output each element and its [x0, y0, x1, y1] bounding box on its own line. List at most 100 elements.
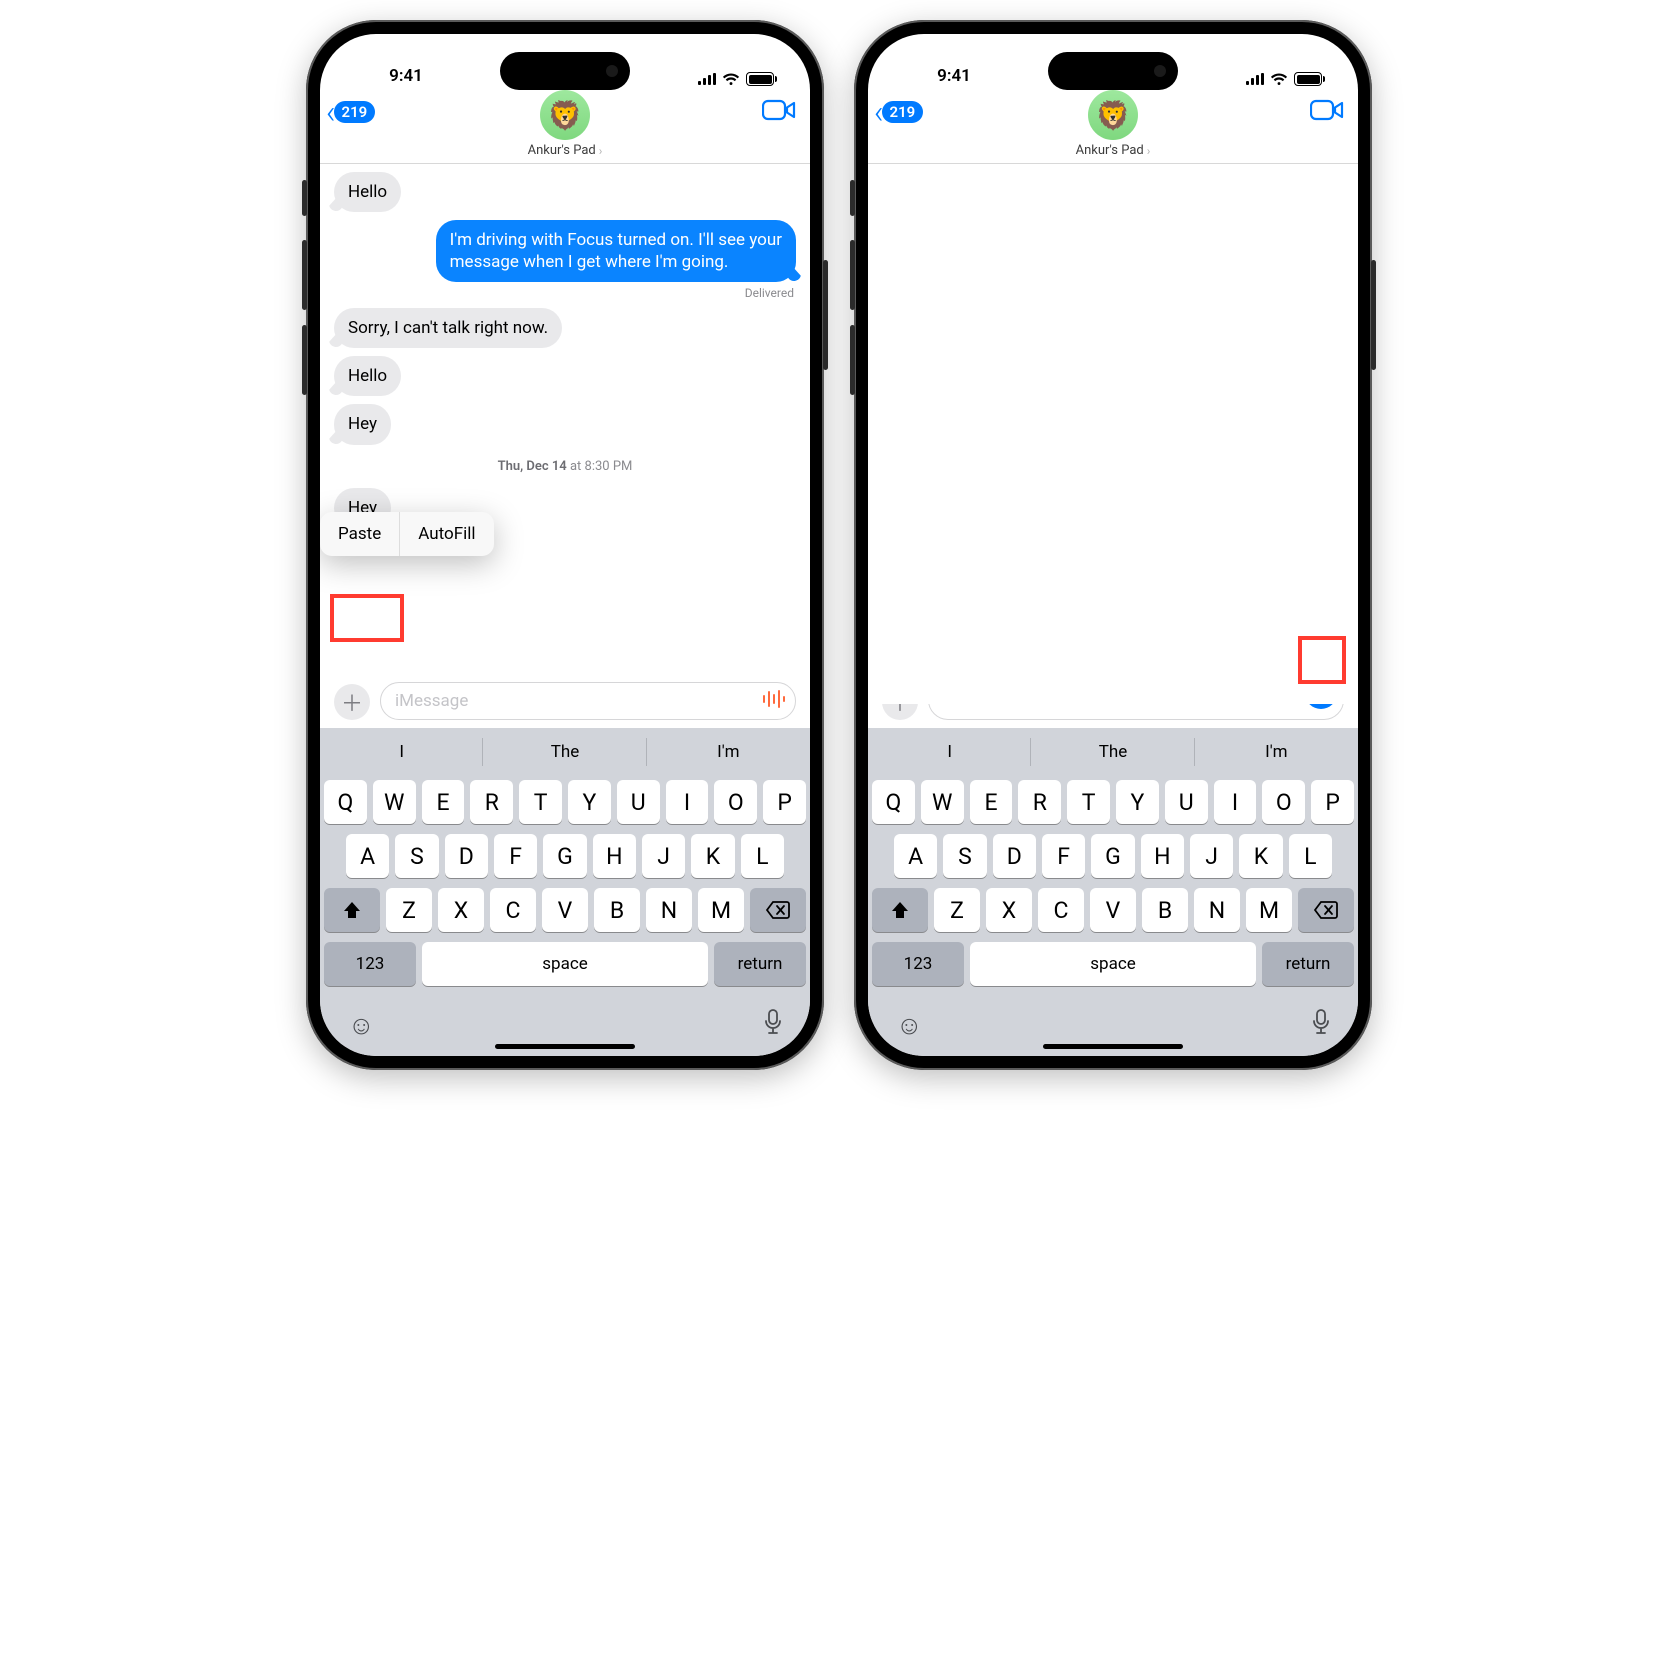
key-c[interactable]: C — [1038, 888, 1084, 932]
numbers-key[interactable]: 123 — [872, 942, 964, 986]
key-d[interactable]: D — [993, 834, 1036, 878]
suggestion[interactable]: The — [483, 728, 646, 776]
key-j[interactable]: J — [642, 834, 685, 878]
key-f[interactable]: F — [494, 834, 537, 878]
key-b[interactable]: B — [594, 888, 640, 932]
key-v[interactable]: V — [542, 888, 588, 932]
key-x[interactable]: X — [986, 888, 1032, 932]
key-t[interactable]: T — [1067, 780, 1110, 824]
home-indicator[interactable] — [495, 1044, 635, 1049]
emoji-key[interactable]: ☺ — [896, 1010, 923, 1041]
context-menu: Paste AutoFill — [320, 512, 494, 556]
key-h[interactable]: H — [593, 834, 636, 878]
keyboard: I The I'm QWERTYUIOP ASDFGHJKL ZXCVBNM — [868, 728, 1358, 1056]
key-a[interactable]: A — [894, 834, 937, 878]
nav-bar: ‹ 219 🦁 Ankur's Pad › — [320, 88, 810, 164]
key-u[interactable]: U — [617, 780, 660, 824]
key-o[interactable]: O — [714, 780, 757, 824]
emoji-key[interactable]: ☺ — [348, 1010, 375, 1041]
message-in[interactable]: Hello — [334, 356, 401, 396]
key-c[interactable]: C — [490, 888, 536, 932]
return-key[interactable]: return — [1262, 942, 1354, 986]
key-i[interactable]: I — [1214, 780, 1257, 824]
key-n[interactable]: N — [1194, 888, 1240, 932]
space-key[interactable]: space — [422, 942, 708, 986]
menu-paste[interactable]: Paste — [320, 512, 399, 556]
key-z[interactable]: Z — [934, 888, 980, 932]
key-y[interactable]: Y — [1116, 780, 1159, 824]
key-r[interactable]: R — [1018, 780, 1061, 824]
home-indicator[interactable] — [1043, 1044, 1183, 1049]
contact-avatar[interactable]: 🦁 — [1088, 90, 1138, 140]
key-a[interactable]: A — [346, 834, 389, 878]
backspace-key[interactable] — [750, 888, 806, 932]
key-j[interactable]: J — [1190, 834, 1233, 878]
key-g[interactable]: G — [1091, 834, 1134, 878]
back-button[interactable]: ‹ 219 — [326, 96, 375, 128]
key-m[interactable]: M — [1246, 888, 1292, 932]
message-input[interactable]: iMessage — [380, 682, 796, 720]
key-g[interactable]: G — [543, 834, 586, 878]
dictation-key[interactable] — [1312, 1009, 1330, 1042]
contact-title[interactable]: Ankur's Pad › — [528, 143, 603, 158]
key-i[interactable]: I — [666, 780, 709, 824]
key-s[interactable]: S — [943, 834, 986, 878]
dictation-key[interactable] — [764, 1009, 782, 1042]
contact-title[interactable]: Ankur's Pad › — [1076, 143, 1151, 158]
facetime-button[interactable] — [762, 98, 796, 126]
contact-name: Ankur's Pad — [528, 143, 596, 158]
key-q[interactable]: Q — [872, 780, 915, 824]
suggestion[interactable]: The — [1031, 728, 1194, 776]
space-key[interactable]: space — [970, 942, 1256, 986]
key-d[interactable]: D — [445, 834, 488, 878]
suggestion[interactable]: I — [868, 728, 1031, 776]
key-n[interactable]: N — [646, 888, 692, 932]
facetime-button[interactable] — [1310, 98, 1344, 126]
back-button[interactable]: ‹ 219 — [874, 96, 923, 128]
key-k[interactable]: K — [1239, 834, 1282, 878]
key-x[interactable]: X — [438, 888, 484, 932]
contact-avatar[interactable]: 🦁 — [540, 90, 590, 140]
dynamic-island — [1048, 52, 1178, 90]
audio-waveform-icon[interactable] — [761, 689, 785, 713]
message-in[interactable]: Hey — [334, 404, 391, 444]
key-q[interactable]: Q — [324, 780, 367, 824]
key-e[interactable]: E — [422, 780, 465, 824]
backspace-key[interactable] — [1298, 888, 1354, 932]
key-k[interactable]: K — [691, 834, 734, 878]
suggestion[interactable]: I — [320, 728, 483, 776]
key-u[interactable]: U — [1165, 780, 1208, 824]
key-p[interactable]: P — [763, 780, 806, 824]
conversation-left: Hello I'm driving with Focus turned on. … — [320, 164, 810, 676]
key-m[interactable]: M — [698, 888, 744, 932]
message-in[interactable]: Hello — [334, 172, 401, 212]
unread-count-badge: 219 — [882, 101, 924, 123]
key-l[interactable]: L — [741, 834, 784, 878]
shift-key[interactable] — [872, 888, 928, 932]
message-in[interactable]: Sorry, I can't talk right now. — [334, 308, 562, 348]
suggestion[interactable]: I'm — [647, 728, 810, 776]
key-w[interactable]: W — [921, 780, 964, 824]
key-v[interactable]: V — [1090, 888, 1136, 932]
attach-plus-button[interactable]: ＋ — [334, 684, 370, 720]
key-t[interactable]: T — [519, 780, 562, 824]
return-key[interactable]: return — [714, 942, 806, 986]
key-p[interactable]: P — [1311, 780, 1354, 824]
key-l[interactable]: L — [1289, 834, 1332, 878]
message-out[interactable]: I'm driving with Focus turned on. I'll s… — [436, 220, 796, 282]
numbers-key[interactable]: 123 — [324, 942, 416, 986]
suggestion[interactable]: I'm — [1195, 728, 1358, 776]
key-s[interactable]: S — [395, 834, 438, 878]
key-e[interactable]: E — [970, 780, 1013, 824]
key-b[interactable]: B — [1142, 888, 1188, 932]
menu-autofill[interactable]: AutoFill — [400, 512, 493, 556]
key-z[interactable]: Z — [386, 888, 432, 932]
key-w[interactable]: W — [373, 780, 416, 824]
key-o[interactable]: O — [1262, 780, 1305, 824]
shift-key[interactable] — [324, 888, 380, 932]
key-r[interactable]: R — [470, 780, 513, 824]
key-f[interactable]: F — [1042, 834, 1085, 878]
message-placeholder: iMessage — [395, 691, 761, 711]
key-h[interactable]: H — [1141, 834, 1184, 878]
key-y[interactable]: Y — [568, 780, 611, 824]
